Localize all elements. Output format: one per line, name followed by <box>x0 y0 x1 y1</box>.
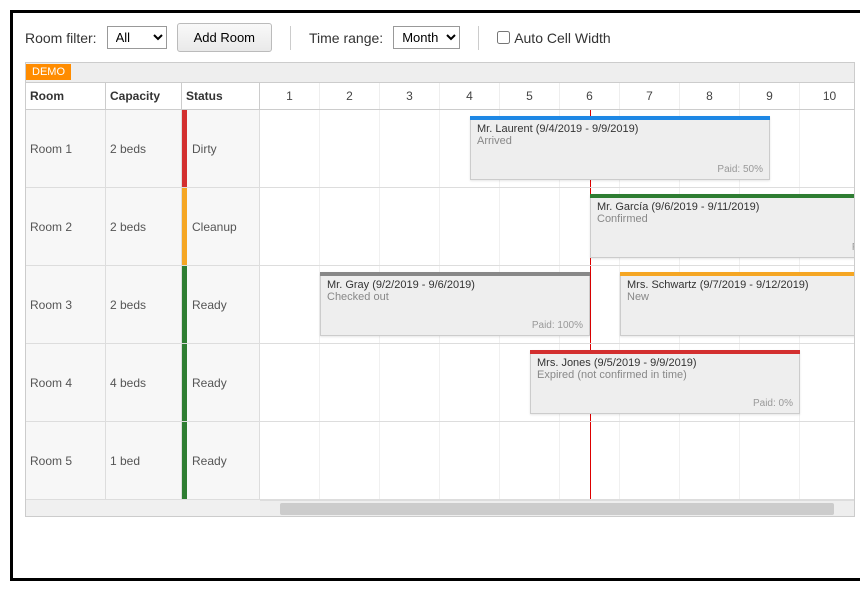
day-header[interactable]: 7 <box>620 83 680 109</box>
today-marker <box>590 422 591 499</box>
timeline-row[interactable]: Mr. García (9/6/2019 - 9/11/2019)Confirm… <box>260 188 854 265</box>
day-header[interactable]: 8 <box>680 83 740 109</box>
auto-cell-width-toggle[interactable]: Auto Cell Width <box>497 30 610 46</box>
room-status-cell: Ready <box>182 422 260 499</box>
toolbar-divider <box>478 26 479 50</box>
room-name-cell[interactable]: Room 5 <box>26 422 106 499</box>
event-title: Mrs. Schwartz (9/7/2019 - 9/12/2019) <box>627 279 854 291</box>
status-text: Cleanup <box>192 220 237 234</box>
event-status-text: New <box>627 291 854 303</box>
reservation-event[interactable]: Mr. García (9/6/2019 - 9/11/2019)Confirm… <box>590 194 854 258</box>
room-capacity-cell: 2 beds <box>106 266 182 343</box>
event-status-bar <box>620 272 854 276</box>
event-title: Mr. Laurent (9/4/2019 - 9/9/2019) <box>477 123 763 135</box>
reservation-event[interactable]: Mr. Laurent (9/4/2019 - 9/9/2019)Arrived… <box>470 116 770 180</box>
day-header[interactable]: 1 <box>260 83 320 109</box>
event-title: Mrs. Jones (9/5/2019 - 9/9/2019) <box>537 357 793 369</box>
demo-row: DEMO <box>26 63 854 83</box>
reservation-event[interactable]: Mrs. Jones (9/5/2019 - 9/9/2019)Expired … <box>530 350 800 414</box>
column-header-room[interactable]: Room <box>26 83 106 109</box>
event-status-text: Confirmed <box>597 213 854 225</box>
timeline-row[interactable]: Mr. Gray (9/2/2019 - 9/6/2019)Checked ou… <box>260 266 854 343</box>
status-text: Ready <box>192 376 227 390</box>
app-frame: Room filter: All Add Room Time range: Mo… <box>10 10 860 581</box>
status-indicator-bar <box>182 266 187 343</box>
room-name-cell[interactable]: Room 4 <box>26 344 106 421</box>
time-range-label: Time range: <box>309 30 383 46</box>
room-capacity-cell: 1 bed <box>106 422 182 499</box>
status-text: Ready <box>192 298 227 312</box>
auto-cell-width-checkbox[interactable] <box>497 31 510 44</box>
event-status-text: Arrived <box>477 135 763 147</box>
today-marker <box>590 266 591 343</box>
day-header[interactable]: 6 <box>560 83 620 109</box>
add-room-button[interactable]: Add Room <box>177 23 272 52</box>
demo-badge: DEMO <box>26 64 71 80</box>
reservation-event[interactable]: Mr. Gray (9/2/2019 - 9/6/2019)Checked ou… <box>320 272 590 336</box>
event-status-text: Checked out <box>327 291 583 303</box>
event-title: Mr. García (9/6/2019 - 9/11/2019) <box>597 201 854 213</box>
time-range-select[interactable]: Month <box>393 26 460 49</box>
timeline-row[interactable]: Mr. Laurent (9/4/2019 - 9/9/2019)Arrived… <box>260 110 854 187</box>
event-paid-label: Paid: 50% <box>717 164 763 175</box>
day-header[interactable]: 2 <box>320 83 380 109</box>
scheduler: DEMO Room Capacity Status 12345678910 Ro… <box>25 62 855 517</box>
room-capacity-cell: 2 beds <box>106 188 182 265</box>
status-text: Ready <box>192 454 227 468</box>
timeline-header: 12345678910 <box>260 83 854 109</box>
status-text: Dirty <box>192 142 217 156</box>
column-header-capacity[interactable]: Capacity <box>106 83 182 109</box>
timeline-row[interactable]: Mrs. Jones (9/5/2019 - 9/9/2019)Expired … <box>260 344 854 421</box>
room-row: Room 51 bed Ready <box>26 422 854 500</box>
room-capacity-cell: 4 beds <box>106 344 182 421</box>
scheduler-header: Room Capacity Status 12345678910 <box>26 83 854 110</box>
auto-cell-width-label: Auto Cell Width <box>514 30 610 46</box>
room-name-cell[interactable]: Room 1 <box>26 110 106 187</box>
status-indicator-bar <box>182 422 187 499</box>
room-status-cell: Cleanup <box>182 188 260 265</box>
horizontal-scrollbar[interactable] <box>26 500 854 516</box>
day-header[interactable]: 9 <box>740 83 800 109</box>
room-status-cell: Ready <box>182 266 260 343</box>
column-header-status[interactable]: Status <box>182 83 260 109</box>
event-paid-label: Paid: 0% <box>753 398 793 409</box>
status-indicator-bar <box>182 188 187 265</box>
event-status-bar <box>530 350 800 354</box>
toolbar-divider <box>290 26 291 50</box>
room-filter-label: Room filter: <box>25 30 97 46</box>
event-status-bar <box>470 116 770 120</box>
room-capacity-cell: 2 beds <box>106 110 182 187</box>
day-header[interactable]: 4 <box>440 83 500 109</box>
room-row: Room 32 beds Ready Mr. Gray (9/2/2019 - 9/… <box>26 266 854 344</box>
timeline-row[interactable] <box>260 422 854 499</box>
room-name-cell[interactable]: Room 3 <box>26 266 106 343</box>
toolbar: Room filter: All Add Room Time range: Mo… <box>25 23 855 52</box>
room-row: Room 44 beds Ready Mrs. Jones (9/5/2019 - … <box>26 344 854 422</box>
event-status-bar <box>320 272 590 276</box>
room-status-cell: Dirty <box>182 110 260 187</box>
event-title: Mr. Gray (9/2/2019 - 9/6/2019) <box>327 279 583 291</box>
status-indicator-bar <box>182 344 187 421</box>
scheduler-body: Room 12 bedsDirtyMr. Laurent (9/4/2019 -… <box>26 110 854 500</box>
event-status-text: Expired (not confirmed in time) <box>537 369 793 381</box>
event-status-bar <box>590 194 854 198</box>
event-paid-label: Paid: 0 <box>852 242 854 253</box>
day-header[interactable]: 10 <box>800 83 854 109</box>
status-indicator-bar <box>182 110 187 187</box>
scrollbar-thumb[interactable] <box>280 503 834 515</box>
event-paid-label: Paid: 100% <box>532 320 583 331</box>
reservation-event[interactable]: Mrs. Schwartz (9/7/2019 - 9/12/2019)New <box>620 272 854 336</box>
room-row: Room 22 beds Cleanup Mr. García (9/6/2019 … <box>26 188 854 266</box>
day-header[interactable]: 5 <box>500 83 560 109</box>
room-filter-select[interactable]: All <box>107 26 167 49</box>
room-row: Room 12 beds Dirty Mr. Laurent (9/4/2019 -… <box>26 110 854 188</box>
room-name-cell[interactable]: Room 2 <box>26 188 106 265</box>
day-header[interactable]: 3 <box>380 83 440 109</box>
room-status-cell: Ready <box>182 344 260 421</box>
